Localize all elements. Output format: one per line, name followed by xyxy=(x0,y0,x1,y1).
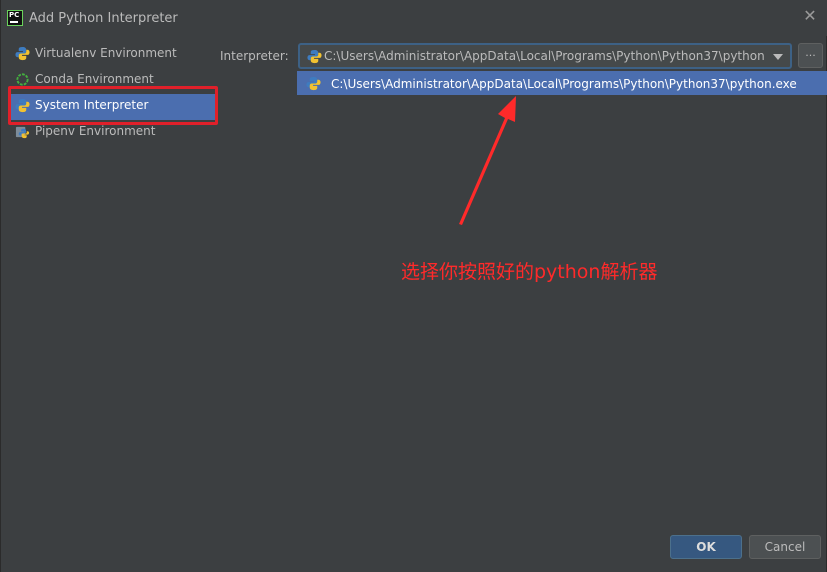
cancel-button[interactable]: Cancel xyxy=(749,535,821,559)
add-python-interpreter-dialog: PC Add Python Interpreter ✕ Virtualenv E… xyxy=(0,0,827,572)
python-icon xyxy=(15,46,30,61)
close-icon[interactable]: ✕ xyxy=(802,8,818,24)
chevron-down-icon[interactable] xyxy=(773,54,783,60)
ok-button[interactable]: OK xyxy=(670,535,742,559)
sidebar-item-label: System Interpreter xyxy=(35,98,149,112)
python-icon xyxy=(306,76,321,91)
browse-button[interactable]: ... xyxy=(798,43,823,68)
environment-type-list: Virtualenv Environment Conda Environment… xyxy=(9,42,215,146)
sidebar-item-label: Virtualenv Environment xyxy=(35,46,177,60)
sidebar-item-virtualenv[interactable]: Virtualenv Environment xyxy=(9,42,215,68)
python-icon xyxy=(15,98,30,113)
sidebar-item-pipenv[interactable]: Pipenv Environment xyxy=(9,120,215,146)
dropdown-option[interactable]: C:\Users\Administrator\AppData\Local\Pro… xyxy=(297,71,827,95)
interpreter-dropdown-list: C:\Users\Administrator\AppData\Local\Pro… xyxy=(297,71,827,95)
python-icon xyxy=(307,49,322,64)
sidebar-item-system-interpreter[interactable]: System Interpreter xyxy=(9,94,215,120)
dropdown-option-label: C:\Users\Administrator\AppData\Local\Pro… xyxy=(331,77,797,91)
pipenv-icon xyxy=(15,126,30,139)
title-bar: PC Add Python Interpreter ✕ xyxy=(1,0,827,36)
window-title: Add Python Interpreter xyxy=(29,11,178,26)
interpreter-label: Interpreter: xyxy=(220,49,289,63)
interpreter-value: C:\Users\Administrator\AppData\Local\Pro… xyxy=(324,49,766,63)
interpreter-combobox[interactable]: C:\Users\Administrator\AppData\Local\Pro… xyxy=(298,43,792,69)
app-icon-text: PC xyxy=(9,11,20,19)
annotation-text: 选择你按照好的python解析器 xyxy=(401,261,658,283)
sidebar-item-conda[interactable]: Conda Environment xyxy=(9,68,215,94)
sidebar-item-label: Pipenv Environment xyxy=(35,124,156,138)
sidebar-item-label: Conda Environment xyxy=(35,72,154,86)
conda-icon xyxy=(16,73,29,86)
pycharm-icon: PC xyxy=(7,10,23,26)
